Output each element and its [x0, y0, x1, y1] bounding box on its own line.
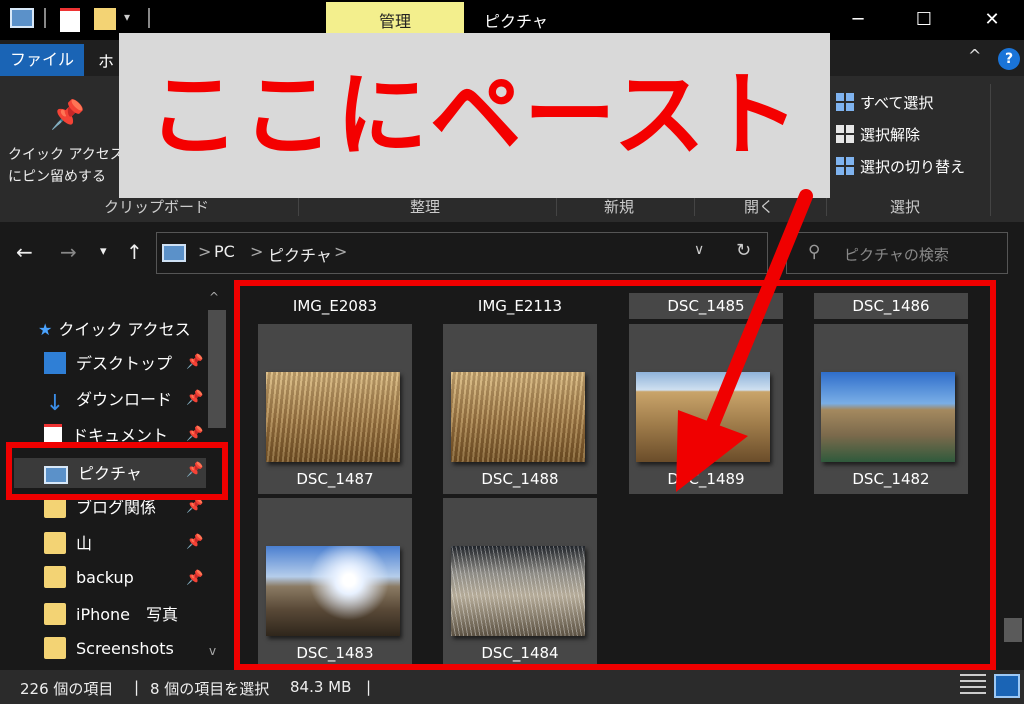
status-separator: | [366, 678, 372, 696]
large-icons-view-icon[interactable] [994, 674, 1020, 698]
status-selection: 8 個の項目を選択 [150, 680, 270, 698]
status-separator: | [134, 678, 140, 696]
status-item-count: 226 個の項目 [20, 680, 114, 698]
pointer-arrow-annotation [676, 189, 813, 492]
details-view-icon[interactable] [960, 674, 986, 698]
status-size: 84.3 MB [290, 678, 352, 696]
